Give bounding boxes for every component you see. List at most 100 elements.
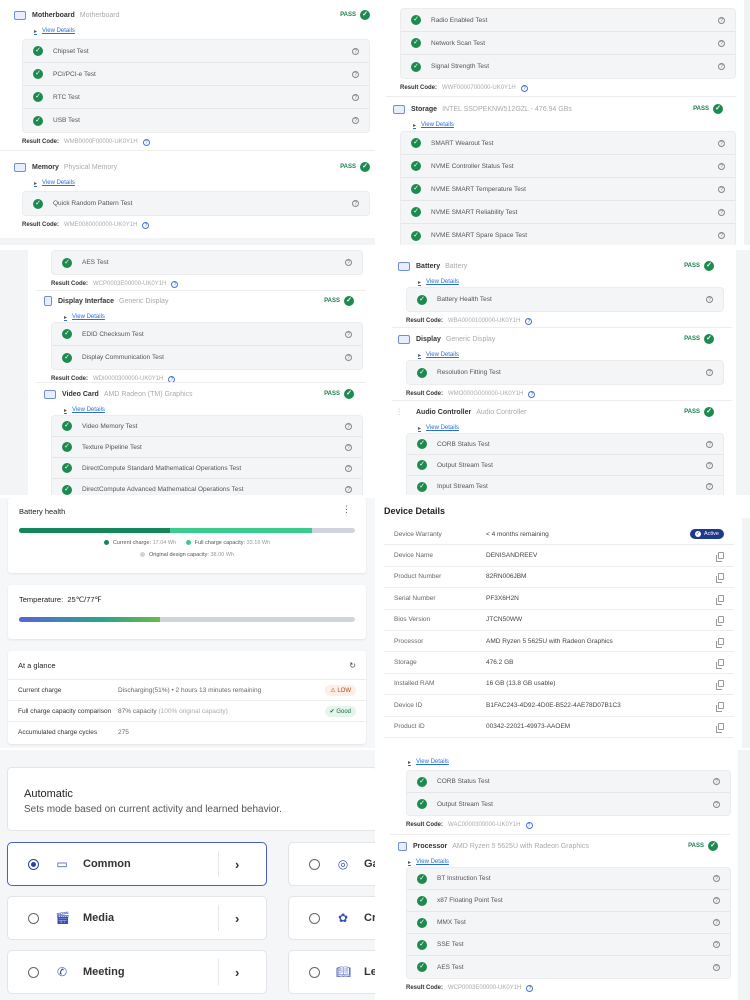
radio[interactable] xyxy=(28,912,39,924)
section-title: Display xyxy=(416,335,441,343)
chevron-right-icon[interactable]: › xyxy=(235,965,239,980)
chevron-right-icon[interactable]: › xyxy=(235,857,239,872)
help-icon[interactable]: ? xyxy=(706,369,713,376)
radio[interactable] xyxy=(28,966,39,978)
info-icon[interactable]: ? xyxy=(520,84,528,92)
test-list: ✓ CORB Status Test? ✓ Output Stream Test? … xyxy=(406,433,724,495)
help-icon[interactable]: ? xyxy=(713,919,720,926)
info-icon[interactable]: ? xyxy=(142,138,150,146)
view-details-link[interactable]: View Details xyxy=(34,25,370,37)
help-icon[interactable]: ? xyxy=(352,47,359,55)
info-icon[interactable]: ? xyxy=(528,390,536,398)
check-icon: ✓ xyxy=(411,61,421,72)
help-icon[interactable]: ? xyxy=(713,800,720,808)
help-icon[interactable]: ? xyxy=(718,162,725,170)
section-title: Memory xyxy=(32,163,59,171)
info-icon[interactable]: ? xyxy=(171,280,179,288)
check-icon: ✓ xyxy=(62,484,72,495)
section-title: Motherboard xyxy=(32,11,75,19)
help-icon[interactable]: ? xyxy=(345,464,352,472)
check-icon: ✓ xyxy=(417,776,427,787)
info-icon[interactable]: ? xyxy=(525,317,533,325)
battery-health-card: Battery health ⋮ Current charge: 17.04 W… xyxy=(8,498,366,573)
test-row: ✓ RTC Test? xyxy=(23,86,369,109)
test-list: ✓ SMART Wearout Test? ✓ NVME Controller St… xyxy=(400,131,736,245)
help-icon[interactable]: ? xyxy=(352,70,359,78)
radio[interactable] xyxy=(309,912,320,924)
help-icon[interactable]: ? xyxy=(718,208,725,216)
help-icon[interactable]: ? xyxy=(713,963,720,971)
mode-gaming[interactable]: ◎ Ga xyxy=(288,842,375,886)
help-icon[interactable]: ? xyxy=(718,63,725,70)
copy-icon[interactable] xyxy=(716,594,724,605)
mode-media[interactable]: 🎬︎ Media › xyxy=(7,896,267,940)
help-icon[interactable]: ? xyxy=(713,897,720,904)
help-icon[interactable]: ? xyxy=(718,185,725,193)
help-icon[interactable]: ? xyxy=(345,422,352,430)
radio[interactable] xyxy=(309,966,320,978)
copy-icon[interactable] xyxy=(716,616,724,627)
help-icon[interactable]: ? xyxy=(718,16,725,24)
memory-icon xyxy=(14,162,26,172)
refresh-icon[interactable]: ↻ xyxy=(349,661,356,670)
help-icon[interactable]: ? xyxy=(706,440,713,448)
view-details-link[interactable]: View Details xyxy=(34,177,370,189)
help-icon[interactable]: ? xyxy=(352,93,359,101)
test-row: ✓ NVME SMART Reliability Test? xyxy=(401,201,735,224)
test-list: ✓ Quick Random Pattern Test? xyxy=(22,191,370,216)
radio-selected[interactable] xyxy=(28,858,39,870)
help-icon[interactable]: ? xyxy=(345,443,352,451)
help-icon[interactable]: ? xyxy=(345,486,352,493)
test-row: ✓ NVME SMART Spare Space Test? xyxy=(401,224,735,245)
section-subtitle: Motherboard xyxy=(79,11,120,19)
radio[interactable] xyxy=(309,858,320,870)
help-icon[interactable]: ? xyxy=(713,778,720,785)
help-icon[interactable]: ? xyxy=(345,259,352,266)
detail-row: Device ID B1FAC243-4D92-4D0E-B522-4AE78D0… xyxy=(384,695,734,717)
copy-icon[interactable] xyxy=(716,680,724,691)
info-icon[interactable]: ? xyxy=(526,984,534,992)
copy-icon[interactable] xyxy=(716,573,724,584)
mode-meeting[interactable]: ✆ Meeting › xyxy=(7,950,267,994)
chevron-right-icon[interactable]: › xyxy=(235,911,239,926)
view-details-link[interactable]: View Details xyxy=(413,119,723,131)
help-icon[interactable]: ? xyxy=(718,39,725,47)
info-icon[interactable]: ? xyxy=(142,221,150,229)
check-icon: ✓ xyxy=(411,207,421,217)
help-icon[interactable]: ? xyxy=(345,354,352,361)
mode-learning[interactable]: 📖︎ Lea xyxy=(288,950,375,994)
mode-common[interactable]: ▭ Common › xyxy=(7,842,267,886)
automatic-mode-card[interactable]: Automatic Sets mode based on current act… xyxy=(7,767,375,831)
glance-row-current-charge: Current charge Discharging(51%) • 2 hour… xyxy=(8,679,366,700)
help-icon[interactable]: ? xyxy=(713,875,720,882)
more-options-icon[interactable]: ⋮ xyxy=(342,504,351,515)
palette-icon: ✿ xyxy=(337,911,349,925)
battery-legend: Current charge: 17.04 Wh Full charge cap… xyxy=(8,540,366,546)
test-list: ✓ BT Instruction Test? ✓ x87 Floating Poin… xyxy=(406,867,731,979)
copy-icon[interactable] xyxy=(716,701,724,712)
copy-icon[interactable] xyxy=(716,723,724,734)
mode-creation[interactable]: ✿ Cre xyxy=(288,896,375,940)
test-row: ✓ AES Test? xyxy=(407,956,730,978)
copy-icon[interactable] xyxy=(716,637,724,648)
help-icon[interactable]: ? xyxy=(345,330,352,338)
current-charge-segment xyxy=(19,528,170,533)
result-code: Result Code: WMB0000F00000-UK0Y1H? xyxy=(22,133,370,151)
help-icon[interactable]: ? xyxy=(718,232,725,239)
help-icon[interactable]: ? xyxy=(706,483,713,490)
help-icon[interactable]: ? xyxy=(706,461,713,469)
section-subtitle: INTEL SSDPEKNW512GZL - 476.94 GBs xyxy=(442,105,572,113)
test-row: ✓ Network Scan Test? xyxy=(401,32,735,55)
help-icon[interactable]: ? xyxy=(718,139,725,147)
copy-icon[interactable] xyxy=(716,552,724,563)
help-icon[interactable]: ? xyxy=(706,296,713,303)
test-list: ✓ Battery Health Test? xyxy=(406,287,724,312)
pass-status: PASS ✓ xyxy=(324,296,354,306)
view-details-link[interactable]: View Details xyxy=(408,756,728,768)
audio-controller-icon: ⫶ xyxy=(398,406,401,417)
help-icon[interactable]: ? xyxy=(352,117,359,124)
help-icon[interactable]: ? xyxy=(713,941,720,948)
info-icon[interactable]: ? xyxy=(525,821,533,829)
copy-icon[interactable] xyxy=(716,659,724,670)
help-icon[interactable]: ? xyxy=(352,200,359,207)
